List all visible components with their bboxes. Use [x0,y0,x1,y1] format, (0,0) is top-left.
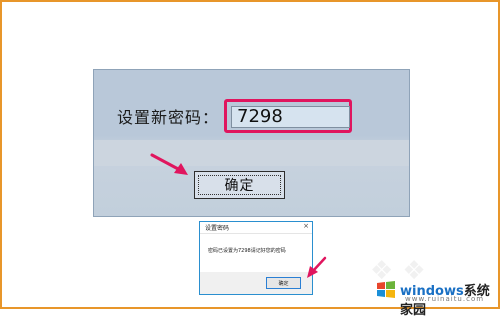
arrow-icon [150,153,188,175]
arrow-icon [307,256,327,278]
confirm-button-label: 确定 [198,175,281,195]
dialog-ok-button[interactable]: 确定 [266,277,301,289]
dialog-message: 密码已设置为7298请记好您的密码 [208,248,286,254]
panel-band [94,140,409,166]
new-password-input[interactable]: 7298 [231,106,350,128]
dialog-titlebar: 设置密码 × [200,222,312,234]
watermark: ❖ ❖ windows系统家园 www.ruinaitu.com [360,250,496,318]
password-prompt-label: 设置新密码： [117,108,220,127]
windows-logo-icon [377,281,395,298]
dialog-title: 设置密码 [205,225,230,232]
close-icon[interactable]: × [303,222,309,230]
input-highlight-box: 7298 [224,99,352,133]
confirm-button[interactable]: 确定 [194,171,285,199]
set-password-panel: 设置新密码： 7298 确定 [93,69,410,217]
message-dialog: 设置密码 × 密码已设置为7298请记好您的密码 确定 [199,221,313,295]
dialog-footer: 确定 [200,272,312,294]
watermark-site: www.ruinaitu.com [405,295,485,303]
